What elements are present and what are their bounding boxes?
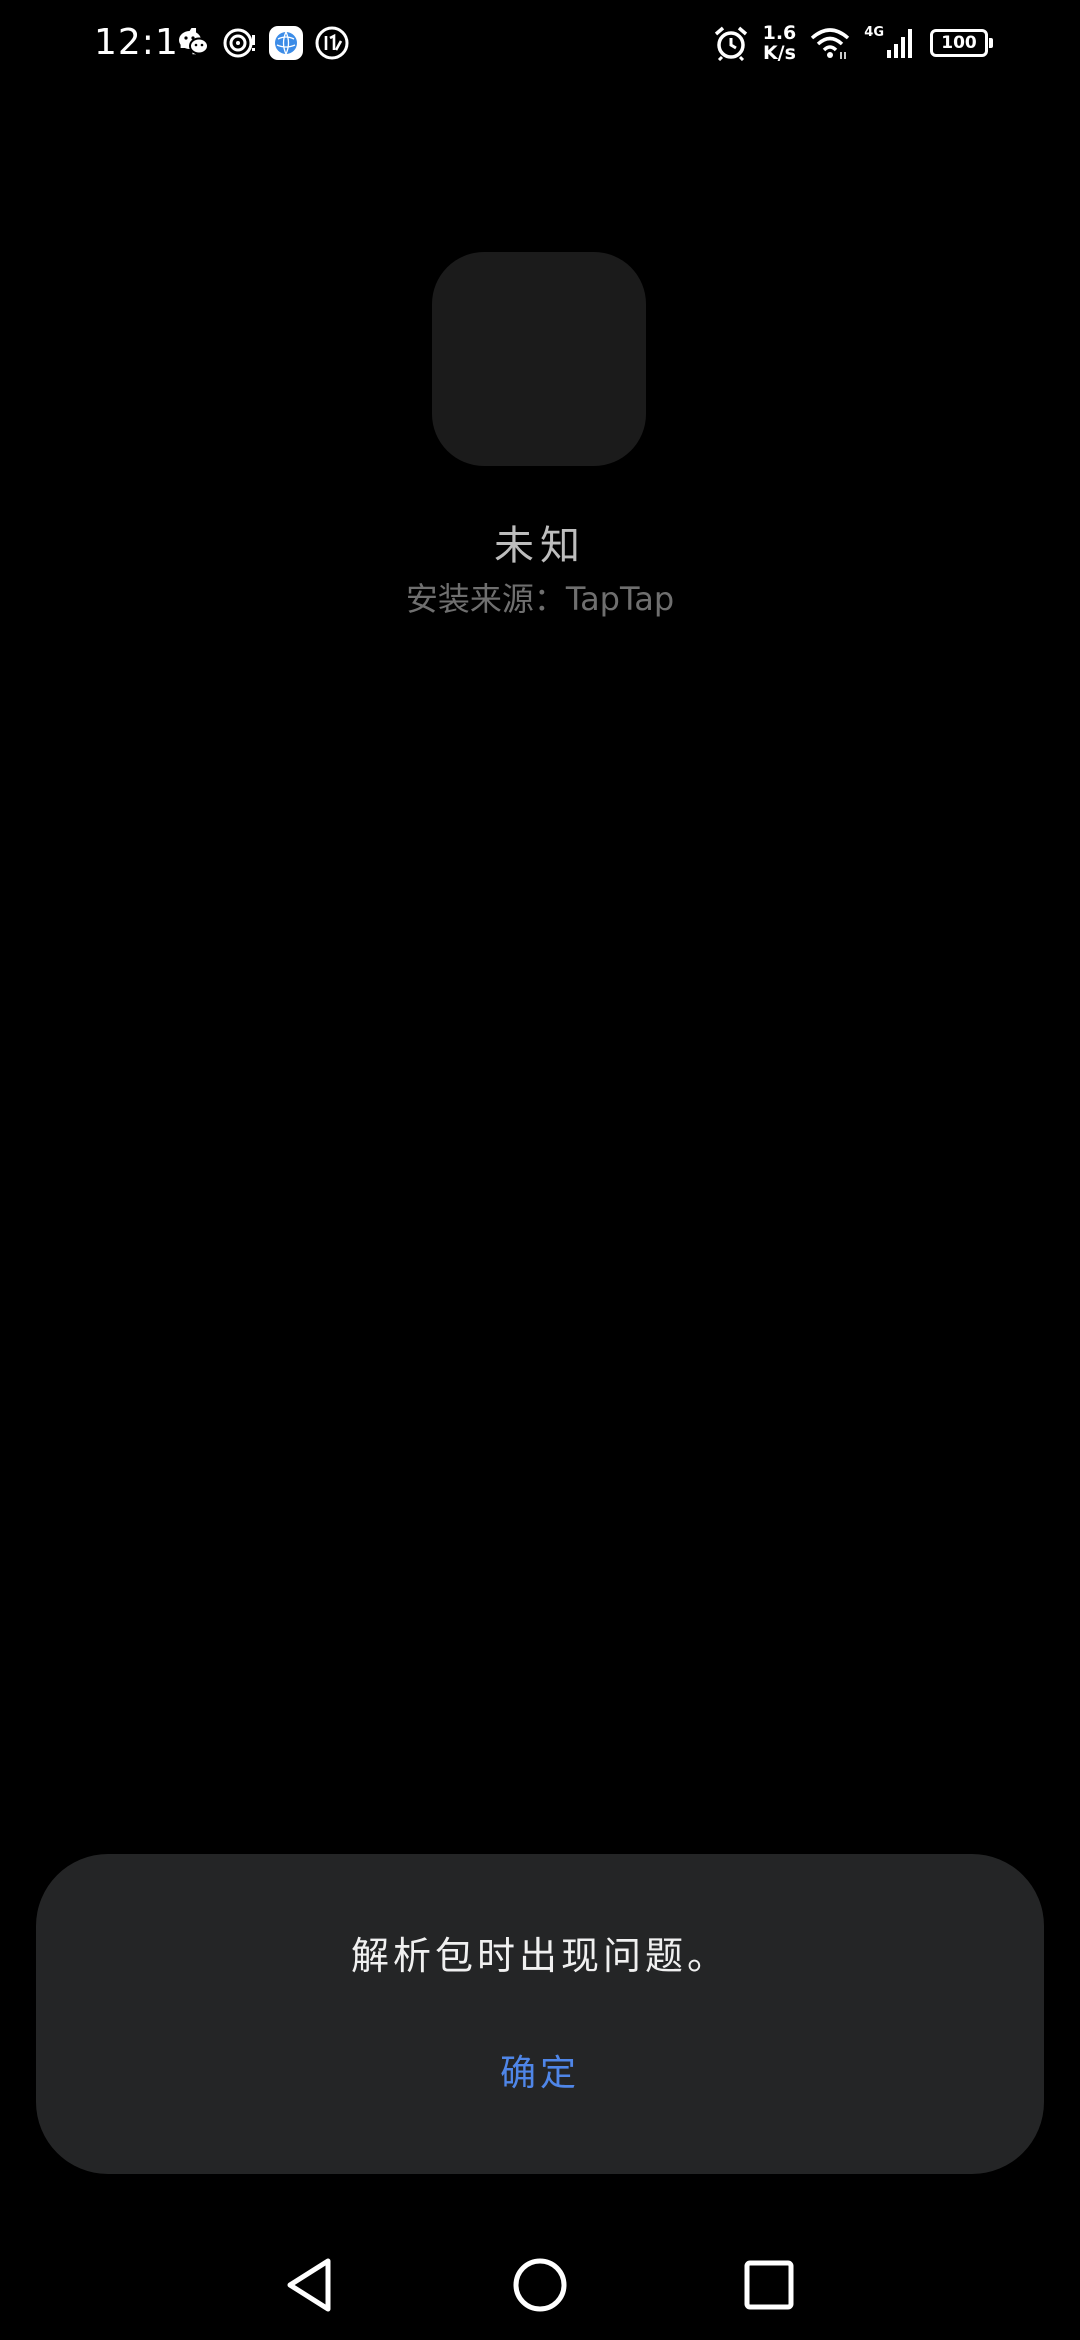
- home-button[interactable]: [485, 2230, 595, 2340]
- signal-icon: [887, 29, 912, 58]
- recent-square-icon: [744, 2260, 794, 2310]
- navigation-bar: [0, 2230, 1080, 2340]
- clock-app-icon: [315, 26, 349, 60]
- app-name: 未知: [494, 523, 586, 569]
- wechat-icon: [179, 31, 209, 55]
- system-status-icons: 1.6 K/s 4G 100: [713, 18, 993, 68]
- battery-level: 100: [941, 33, 977, 53]
- ok-button[interactable]: 确定: [440, 2038, 640, 2110]
- browser-app-icon: [269, 26, 303, 60]
- network-type: 4G: [864, 25, 884, 40]
- dialog-message: 解析包时出现问题。: [350, 1934, 729, 1978]
- parse-error-dialog: 解析包时出现问题。 确定: [36, 1854, 1044, 2174]
- network-speed-unit: K/s: [762, 42, 796, 64]
- back-triangle-icon: [287, 2258, 331, 2312]
- network-speed-value: 1.6: [762, 22, 797, 44]
- wifi-icon: [811, 28, 850, 59]
- back-button[interactable]: [254, 2230, 364, 2340]
- target-icon: [223, 28, 255, 58]
- battery-icon: 100: [930, 29, 993, 57]
- notification-icons: [176, 22, 350, 64]
- network-speed: 1.6 K/s: [763, 23, 797, 63]
- app-icon-placeholder: [432, 252, 646, 466]
- home-circle-icon: [513, 2258, 567, 2312]
- status-bar: 12:14 1.6 K/s 4G 100: [0, 0, 1080, 86]
- cellular-signal: 4G: [864, 26, 916, 60]
- alarm-icon: [714, 26, 747, 61]
- install-source: 安装来源：TapTap: [405, 580, 675, 618]
- recent-apps-button[interactable]: [714, 2230, 824, 2340]
